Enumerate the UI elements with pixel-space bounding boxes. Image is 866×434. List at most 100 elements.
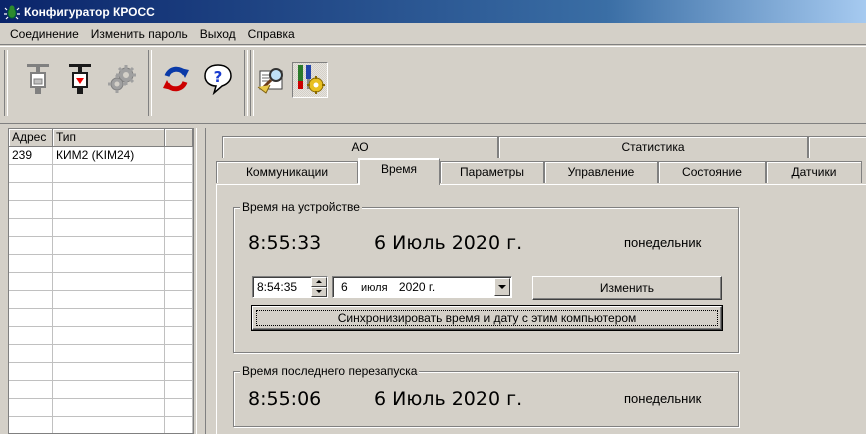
empty-cell xyxy=(165,237,193,255)
tab-sensors[interactable]: Датчики xyxy=(766,161,862,183)
menu-exit[interactable]: Выход xyxy=(194,24,242,44)
device-date-value: 6 Июль 2020 г. xyxy=(374,232,523,254)
device-list[interactable]: Адрес Тип 239 КИМ2 (KIM24) xyxy=(8,128,194,434)
column-header-type[interactable]: Тип xyxy=(53,129,165,147)
empty-cell xyxy=(165,309,193,327)
tab-status[interactable]: Состояние xyxy=(658,161,766,183)
tab-panel-time: Время на устройстве 8:55:33 6 Июль 2020 … xyxy=(216,184,866,434)
menu-connection[interactable]: Соединение xyxy=(4,24,85,44)
time-spinner[interactable] xyxy=(311,277,327,297)
settings-button[interactable] xyxy=(104,62,140,98)
empty-cell xyxy=(9,273,53,291)
focus-rect xyxy=(256,310,718,326)
change-time-button[interactable]: Изменить xyxy=(532,276,722,300)
connect-device-button[interactable] xyxy=(20,62,56,98)
empty-cell xyxy=(165,273,193,291)
search-config-button[interactable] xyxy=(254,62,290,98)
disconnect-device-button[interactable] xyxy=(62,62,98,98)
restart-time-legend: Время последнего перезапуска xyxy=(240,364,420,378)
date-year-value: 2020 г. xyxy=(398,280,436,294)
tab-overflow[interactable] xyxy=(808,136,866,158)
empty-cell xyxy=(9,327,53,345)
empty-cell xyxy=(53,381,165,399)
chevron-down-icon[interactable] xyxy=(494,278,510,296)
toolbar-separator xyxy=(148,50,152,116)
spin-down-icon[interactable] xyxy=(311,287,327,297)
empty-cell xyxy=(53,309,165,327)
bug-app-icon xyxy=(4,4,20,20)
empty-cell xyxy=(9,237,53,255)
menu-exit-label: Выход xyxy=(199,26,236,41)
sync-time-button[interactable]: Синхронизировать время и дату с этим ком… xyxy=(251,305,723,331)
empty-cell xyxy=(9,363,53,381)
empty-cell xyxy=(165,399,193,417)
tab-control[interactable]: Управление xyxy=(544,161,658,183)
table-row xyxy=(9,381,193,399)
empty-cell xyxy=(9,417,53,433)
empty-cell xyxy=(53,399,165,417)
tab-communications[interactable]: Коммуникации xyxy=(216,161,358,183)
help-icon: ? xyxy=(202,63,234,98)
toolbar-separator xyxy=(4,50,8,116)
pane-splitter[interactable] xyxy=(196,128,206,434)
empty-cell xyxy=(165,147,193,165)
empty-cell xyxy=(165,417,193,433)
help-button[interactable]: ? xyxy=(200,62,236,98)
configure-device-button[interactable] xyxy=(292,62,328,98)
table-row xyxy=(9,291,193,309)
empty-cell xyxy=(53,363,165,381)
empty-cell xyxy=(9,255,53,273)
device-time-value: 8:55:33 xyxy=(248,232,322,254)
empty-cell xyxy=(9,345,53,363)
empty-cell xyxy=(53,417,165,433)
empty-cell xyxy=(53,273,165,291)
empty-cell xyxy=(165,345,193,363)
svg-text:?: ? xyxy=(214,68,223,86)
empty-cell xyxy=(165,363,193,381)
empty-cell xyxy=(165,381,193,399)
device-time-group: Время на устройстве 8:55:33 6 Июль 2020 … xyxy=(233,200,739,353)
menu-help[interactable]: Справка xyxy=(242,24,301,44)
menu-change-password-label: Изменить пароль xyxy=(90,26,188,41)
gear-icon xyxy=(106,63,138,98)
restart-time-value: 8:55:06 xyxy=(248,388,322,410)
window-title: Конфигуратор КРОСС xyxy=(24,4,155,19)
date-day-value: 6 xyxy=(341,280,348,294)
empty-cell xyxy=(53,291,165,309)
table-row xyxy=(9,255,193,273)
empty-cell xyxy=(9,183,53,201)
column-header-address[interactable]: Адрес xyxy=(9,129,53,147)
empty-cell xyxy=(9,201,53,219)
empty-cell xyxy=(53,183,165,201)
toolbar-separator xyxy=(244,50,248,116)
empty-cell xyxy=(9,291,53,309)
empty-cell xyxy=(165,165,193,183)
menu-change-password[interactable]: Изменить пароль xyxy=(85,24,194,44)
time-edit-field[interactable]: 8:54:35 xyxy=(252,276,328,298)
table-row xyxy=(9,327,193,345)
toolbar: ? xyxy=(0,46,866,124)
tab-parameters[interactable]: Параметры xyxy=(440,161,544,183)
table-row xyxy=(9,417,193,433)
tab-ao[interactable]: АО xyxy=(222,136,498,158)
table-row xyxy=(9,363,193,381)
empty-cell xyxy=(53,237,165,255)
restart-weekday: понедельник xyxy=(624,391,702,406)
time-edit-value: 8:54:35 xyxy=(257,280,298,294)
table-row xyxy=(9,219,193,237)
tab-time[interactable]: Время xyxy=(358,158,440,185)
menu-help-label: Справка xyxy=(247,26,295,41)
device-type-cell: КИМ2 (KIM24) xyxy=(53,147,165,165)
table-row[interactable]: 239 КИМ2 (KIM24) xyxy=(9,147,193,165)
empty-cell xyxy=(165,291,193,309)
device-time-legend: Время на устройстве xyxy=(240,200,362,214)
empty-cell xyxy=(165,255,193,273)
refresh-button[interactable] xyxy=(158,62,194,98)
empty-cell xyxy=(9,165,53,183)
empty-cell xyxy=(165,201,193,219)
device-address-cell: 239 xyxy=(9,147,53,165)
date-picker[interactable]: 6 июля 2020 г. xyxy=(332,276,512,298)
empty-cell xyxy=(9,309,53,327)
spin-up-icon[interactable] xyxy=(311,277,327,287)
tab-statistics[interactable]: Статистика xyxy=(498,136,808,158)
